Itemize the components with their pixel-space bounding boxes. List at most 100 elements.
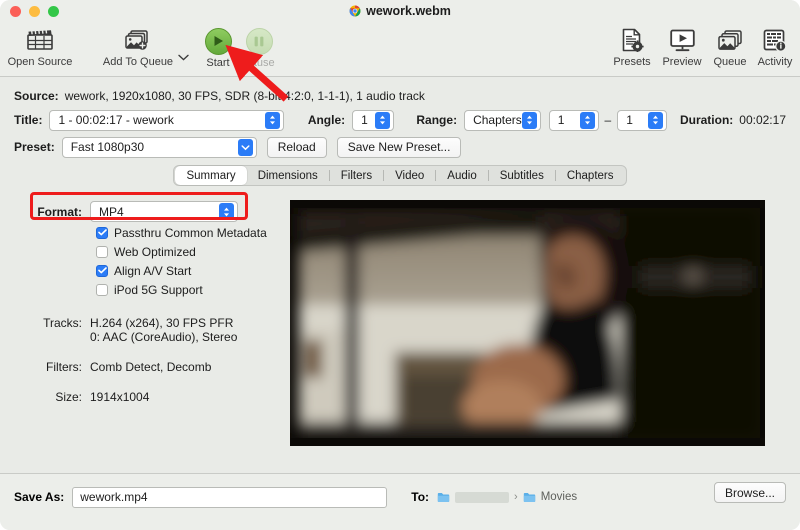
checkbox-label: Passthru Common Metadata: [114, 225, 267, 240]
tab-dimensions[interactable]: Dimensions: [247, 166, 329, 185]
preview-image[interactable]: [290, 200, 765, 446]
checkbox-label: iPod 5G Support: [114, 282, 203, 297]
pause-button: Pause: [238, 26, 280, 69]
add-to-queue-button[interactable]: Add To Queue: [100, 25, 176, 68]
preset-label: Preset:: [14, 140, 55, 154]
range-dash: –: [604, 113, 612, 127]
tab-chapters-label: Chapters: [566, 169, 614, 182]
tab-summary[interactable]: Summary: [175, 166, 247, 185]
tab-video-label: Video: [395, 169, 425, 182]
chrome-icon: [349, 5, 361, 17]
bottom-bar: Save As: wework.mp4 To: › Movies Browse.…: [0, 473, 800, 530]
tab-audio[interactable]: Audio: [436, 166, 487, 185]
title-bar: wework.webm: [0, 0, 800, 22]
tab-chapters[interactable]: Chapters: [556, 166, 625, 185]
format-highlight-box: [30, 192, 248, 220]
presets-button[interactable]: Presets: [610, 25, 654, 68]
preview-label: Preview: [662, 56, 702, 68]
range-end-stepper-icon[interactable]: [647, 111, 663, 129]
chevron-down-icon[interactable]: [178, 52, 189, 64]
summary-settings: Format: MP4 Passthru Common Metadata Web…: [14, 196, 276, 404]
start-button[interactable]: Start: [198, 26, 238, 69]
checkbox-unchecked-icon: [96, 283, 108, 296]
checkbox-label: Web Optimized: [114, 244, 196, 259]
range-start-value: 1: [557, 113, 565, 127]
queue-icon: [717, 25, 743, 55]
range-start-select[interactable]: 1: [548, 109, 599, 131]
destination-path[interactable]: › Movies: [437, 491, 577, 504]
range-end-value: 1: [626, 113, 633, 127]
pause-icon: [245, 26, 273, 56]
save-as-value: wework.mp4: [80, 490, 148, 504]
tracks-video: H.264 (x264), 30 FPS PFR: [90, 316, 234, 330]
preview-frame: [290, 200, 765, 446]
save-new-preset-button[interactable]: Save New Preset...: [336, 136, 462, 158]
activity-label: Activity: [757, 56, 793, 68]
presets-icon: [620, 25, 644, 55]
handbrake-window: wework.webm Open Source Add To Queue Sta…: [0, 0, 800, 530]
tab-video[interactable]: Video: [384, 166, 435, 185]
queue-button[interactable]: Queue: [708, 25, 752, 68]
pause-label: Pause: [243, 57, 275, 69]
size-value: 1914x1004: [90, 390, 150, 404]
source-row: Source: wework, 1920x1080, 30 FPS, SDR (…: [14, 84, 786, 108]
tracks-label: Tracks:: [43, 316, 82, 330]
tab-subtitles[interactable]: Subtitles: [489, 166, 555, 185]
checkbox-align-av-start[interactable]: Align A/V Start: [96, 262, 276, 279]
filters-value: Comb Detect, Decomb: [90, 360, 212, 374]
checkbox-passthru-common-metadata[interactable]: Passthru Common Metadata: [96, 224, 276, 241]
title-select[interactable]: 1 - 00:02:17 - wework: [49, 109, 284, 131]
activity-button[interactable]: Activity: [752, 25, 798, 68]
tab-dimensions-label: Dimensions: [257, 169, 318, 182]
reload-button[interactable]: Reload: [266, 136, 327, 158]
add-to-queue-icon: [125, 25, 151, 55]
destination-row: Save As: wework.mp4 To: › Movies Browse.…: [0, 474, 800, 512]
queue-label: Queue: [713, 56, 747, 68]
size-row: Size: 1914x1004: [14, 390, 276, 404]
browse-label: Browse...: [724, 485, 775, 500]
checkbox-ipod-5g-support[interactable]: iPod 5G Support: [96, 281, 276, 298]
duration-label: Duration:: [679, 113, 734, 127]
tab-filters[interactable]: Filters: [330, 166, 383, 185]
source-label: Source:: [14, 89, 59, 103]
preset-chevron-down-icon[interactable]: [237, 138, 253, 156]
to-label: To:: [411, 490, 430, 504]
angle-stepper-icon[interactable]: [375, 111, 391, 129]
range-end-select[interactable]: 1: [617, 109, 667, 131]
checkbox-checked-icon: [96, 264, 108, 277]
folder-icon: [523, 492, 535, 502]
open-source-button[interactable]: Open Source: [6, 25, 74, 68]
browse-button[interactable]: Browse...: [713, 482, 786, 503]
tab-bar-wrapper: Summary Dimensions Filters Video Audio S…: [0, 165, 800, 186]
checkbox-web-optimized[interactable]: Web Optimized: [96, 243, 276, 260]
range-start-stepper-icon[interactable]: [579, 111, 595, 129]
duration-value: 00:02:17: [739, 113, 786, 127]
open-source-label: Open Source: [7, 56, 73, 68]
tab-filters-label: Filters: [340, 169, 373, 182]
save-as-input[interactable]: wework.mp4: [72, 486, 388, 508]
activity-icon: [763, 25, 787, 55]
checkbox-label: Align A/V Start: [114, 263, 192, 278]
source-value: wework, 1920x1080, 30 FPS, SDR (8-bit 4:…: [64, 89, 425, 103]
tracks-row: Tracks: H.264 (x264), 30 FPS PFR 0: AAC …: [14, 316, 276, 344]
title-label: Title:: [14, 113, 43, 127]
reload-label: Reload: [277, 140, 316, 154]
angle-select[interactable]: 1: [352, 109, 395, 131]
range-type-value: Chapters: [473, 113, 522, 127]
tab-subtitles-label: Subtitles: [499, 169, 544, 182]
range-type-stepper-icon[interactable]: [521, 111, 537, 129]
range-type-select[interactable]: Chapters: [464, 109, 541, 131]
play-icon: [204, 26, 232, 56]
clapperboard-icon: [27, 25, 53, 55]
preview-icon: [669, 25, 695, 55]
preset-select[interactable]: Fast 1080p30: [61, 136, 257, 158]
add-to-queue-label: Add To Queue: [102, 56, 174, 68]
info-rows: Source: wework, 1920x1080, 30 FPS, SDR (…: [0, 77, 800, 159]
preview-button[interactable]: Preview: [657, 25, 707, 68]
path-redacted-segment: [455, 491, 510, 503]
folder-icon: [437, 492, 450, 502]
checkbox-unchecked-icon: [96, 245, 108, 258]
angle-value: 1: [361, 113, 368, 127]
title-stepper-icon[interactable]: [264, 111, 280, 129]
filters-label: Filters:: [46, 360, 82, 374]
